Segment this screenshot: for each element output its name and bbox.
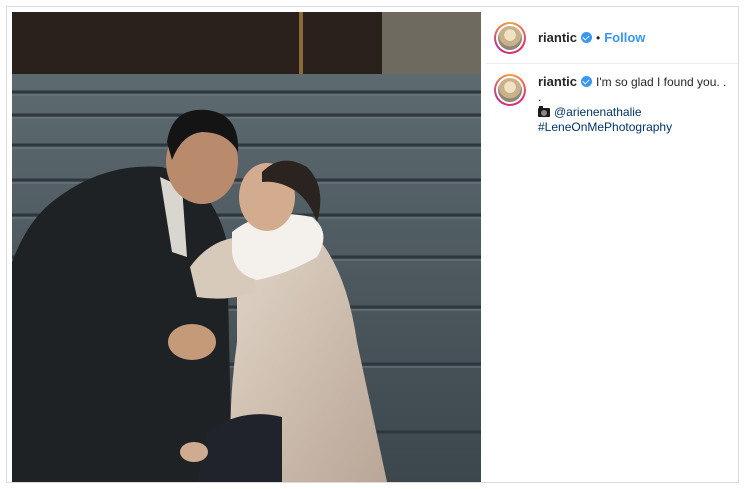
caption-dot-line: . xyxy=(538,90,542,104)
caption-body: riantic I'm so glad I found you. . . @ari… xyxy=(538,74,726,135)
couple-kissing-on-stairs-image xyxy=(12,12,481,482)
caption-first-line: riantic I'm so glad I found you. . xyxy=(538,74,726,90)
follow-button[interactable]: Follow xyxy=(604,30,645,45)
post-sidebar: riantic • Follow riantic I'm so glad I fo… xyxy=(486,12,738,482)
username[interactable]: riantic xyxy=(538,30,577,45)
post-photo[interactable] xyxy=(12,12,481,482)
post-header: riantic • Follow xyxy=(486,12,738,64)
caption-avatar-ring xyxy=(496,76,524,104)
mention-link[interactable]: @arienenathalie xyxy=(554,105,642,119)
caption-avatar[interactable] xyxy=(494,74,526,106)
avatar-ring xyxy=(496,23,524,52)
caption-avatar-image xyxy=(498,78,522,102)
camera-icon xyxy=(538,106,550,117)
caption-hashtag-line: #LeneOnMePhotography xyxy=(538,120,726,135)
caption-comment: riantic I'm so glad I found you. . . @ari… xyxy=(486,74,738,135)
caption-text: I'm so glad I found you. . xyxy=(596,75,727,89)
separator-dot: • xyxy=(596,30,601,45)
caption-username[interactable]: riantic xyxy=(538,74,577,89)
verified-badge-icon xyxy=(581,32,593,43)
verified-badge-icon xyxy=(581,76,593,87)
hashtag-link[interactable]: #LeneOnMePhotography xyxy=(538,120,672,134)
avatar-image xyxy=(498,25,522,50)
caption-mention-line: @arienenathalie xyxy=(538,105,726,120)
avatar[interactable] xyxy=(494,21,526,54)
